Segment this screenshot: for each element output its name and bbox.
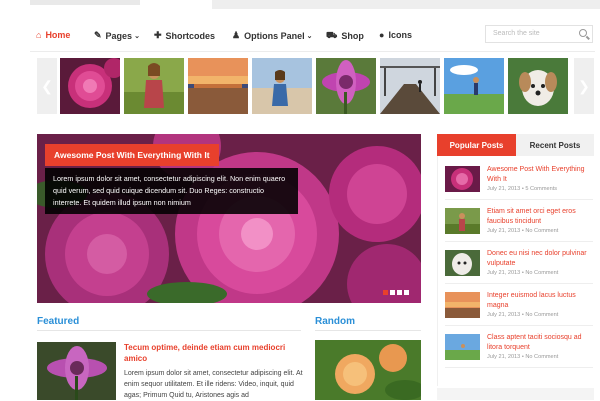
- post-meta: July 21, 2013 • No Comment: [487, 312, 559, 318]
- nav-item-label: Icons: [388, 30, 412, 40]
- carousel-thumb-woman-in-field[interactable]: [124, 58, 184, 114]
- nav-item-label: Home: [45, 30, 71, 40]
- post-meta: July 21, 2013 • No Comment: [487, 270, 559, 276]
- post-meta: July 21, 2013 • No Comment: [487, 228, 559, 234]
- post-title[interactable]: Class aptent taciti sociosqu ad litora t…: [487, 333, 591, 353]
- tab-recent-posts[interactable]: Recent Posts: [516, 134, 594, 156]
- nav-item-label: Shortcodes: [165, 30, 216, 41]
- apple-icon: ●: [379, 30, 385, 40]
- nav-item-options-panel[interactable]: ♟ Options Panel ⌄: [232, 30, 312, 41]
- search-input[interactable]: Search the site: [493, 30, 540, 37]
- list-item[interactable]: Integer euismod lacus luctus magna July …: [437, 286, 594, 326]
- nav-item-home[interactable]: ⌂ Home: [36, 30, 70, 40]
- slider-dot[interactable]: [397, 290, 402, 295]
- post-meta: July 21, 2013 • No Comment: [487, 354, 559, 360]
- nav-item-icons[interactable]: ● Icons: [379, 30, 412, 40]
- plus-icon: ✚: [154, 30, 162, 40]
- featured-slider[interactable]: Awesome Post With Everything With It Lor…: [37, 134, 421, 303]
- nav-item-label: Pages: [105, 30, 133, 41]
- carousel-thumb-pier-walkway[interactable]: [380, 58, 440, 114]
- slider-dot[interactable]: [390, 290, 395, 295]
- post-title[interactable]: Donec eu nisi nec dolor pulvinar vulputa…: [487, 249, 591, 269]
- post-thumbnail[interactable]: [445, 166, 480, 192]
- list-divider: [445, 367, 593, 368]
- list-item[interactable]: Awesome Post With Everything With It Jul…: [437, 160, 594, 200]
- search-box[interactable]: Search the site: [485, 25, 593, 43]
- post-title[interactable]: Awesome Post With Everything With It: [487, 165, 591, 185]
- nav-item-pages[interactable]: ✎ Pages ⌄: [94, 30, 140, 41]
- section-divider: [315, 330, 421, 331]
- list-item[interactable]: Class aptent taciti sociosqu ad litora t…: [437, 328, 594, 368]
- image-carousel: ❮ ❯: [37, 58, 594, 114]
- featured-post-title[interactable]: Tecum optime, deinde etiam cum mediocri …: [124, 342, 304, 364]
- list-divider: [445, 199, 593, 200]
- featured-slide-excerpt: Lorem ipsum dolor sit amet, consectetur …: [45, 168, 298, 214]
- chevron-right-icon: ❯: [578, 77, 590, 94]
- nav-item-label: Options Panel: [244, 30, 305, 41]
- carousel-next-button[interactable]: ❯: [574, 58, 594, 114]
- post-title[interactable]: Integer euismod lacus luctus magna: [487, 291, 591, 311]
- featured-section-heading: Featured: [37, 316, 80, 327]
- sidebar-widget-next: [437, 388, 594, 400]
- nav-item-shortcodes[interactable]: ✚ Shortcodes: [154, 30, 215, 41]
- chevron-down-icon: ⌄: [306, 32, 313, 40]
- carousel-thumb-purple-flower[interactable]: [316, 58, 376, 114]
- list-divider: [445, 283, 593, 284]
- slider-dot[interactable]: [383, 290, 388, 295]
- featured-post-thumbnail[interactable]: [37, 342, 116, 400]
- post-thumbnail[interactable]: [445, 292, 480, 318]
- nav-divider: [30, 51, 595, 52]
- list-divider: [445, 325, 593, 326]
- carousel-thumb-dog-in-grass[interactable]: [508, 58, 568, 114]
- section-divider: [37, 330, 301, 331]
- list-item[interactable]: Etiam sit amet orci eget eros faucibus t…: [437, 202, 594, 242]
- header-banner[interactable]: [212, 0, 600, 9]
- search-icon[interactable]: [579, 29, 587, 37]
- nav-item-shop[interactable]: ⛟ Shop: [326, 30, 364, 42]
- list-item[interactable]: Donec eu nisi nec dolor pulvinar vulputa…: [437, 244, 594, 284]
- top-header: [0, 0, 600, 14]
- random-section-heading: Random: [315, 316, 355, 327]
- tab-popular-posts[interactable]: Popular Posts: [437, 134, 516, 156]
- carousel-thumb-sunset-harbor[interactable]: [188, 58, 248, 114]
- featured-slide-title[interactable]: Awesome Post With Everything With It: [45, 144, 219, 166]
- post-title[interactable]: Etiam sit amet orci eget eros faucibus t…: [487, 207, 591, 227]
- list-divider: [445, 241, 593, 242]
- carousel-thumb-pink-dahlia[interactable]: [60, 58, 120, 114]
- main-navigation: ⌂ Home ✎ Pages ⌄ ✚ Shortcodes ♟ Options Panel…: [30, 24, 600, 50]
- random-post-thumbnail[interactable]: [315, 340, 421, 400]
- featured-post-excerpt: Lorem ipsum dolor sit amet, consectetur …: [124, 370, 303, 399]
- post-thumbnail[interactable]: [445, 250, 480, 276]
- post-thumbnail[interactable]: [445, 208, 480, 234]
- slider-dot[interactable]: [404, 290, 409, 295]
- carousel-thumb-woman-on-beach[interactable]: [252, 58, 312, 114]
- carousel-thumb-hiker-on-hill[interactable]: [444, 58, 504, 114]
- nav-item-label: Shop: [341, 31, 364, 41]
- cart-icon: ⛟: [326, 30, 338, 40]
- pencil-icon: ✎: [94, 30, 102, 40]
- chevron-down-icon: ⌄: [134, 32, 140, 40]
- post-thumbnail[interactable]: [445, 334, 480, 360]
- sidebar-tabs: Popular Posts Recent Posts: [437, 134, 594, 156]
- post-meta: July 21, 2013 • 5 Comments: [487, 186, 558, 192]
- site-logo-area[interactable]: [30, 0, 140, 5]
- user-icon: ♟: [232, 30, 241, 40]
- chevron-left-icon: ❮: [41, 77, 53, 94]
- carousel-prev-button[interactable]: ❮: [37, 58, 57, 114]
- home-icon: ⌂: [36, 30, 42, 40]
- slider-pagination: [383, 290, 409, 295]
